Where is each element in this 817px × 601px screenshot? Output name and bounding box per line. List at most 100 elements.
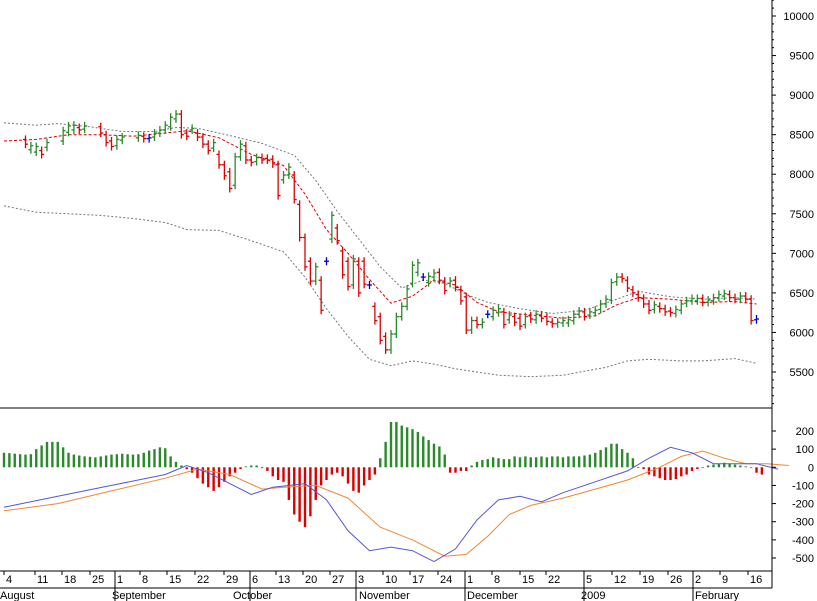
histogram-bar — [443, 454, 446, 468]
histogram-bar — [389, 421, 393, 468]
histogram-bar — [508, 459, 511, 468]
histogram-bar — [502, 459, 506, 468]
histogram-bar — [545, 457, 549, 468]
x-day-tick-label: 24 — [440, 574, 452, 586]
histogram-bar — [298, 467, 301, 522]
histogram-bar — [475, 461, 479, 468]
histogram-bar — [223, 467, 226, 482]
histogram-bar — [470, 465, 473, 468]
price-panel — [3, 110, 759, 378]
histogram-bar — [567, 456, 570, 468]
histogram-bar — [486, 459, 489, 468]
x-month-label: August — [0, 590, 34, 601]
histogram-bar — [2, 452, 6, 468]
x-day-tick-label: 11 — [37, 574, 48, 586]
x-day-tick-label: 4 — [6, 574, 12, 586]
x-day-tick-label: 22 — [197, 574, 209, 586]
histogram-bar — [540, 456, 543, 468]
histogram-bar — [481, 460, 484, 468]
x-day-tick-label: 8 — [494, 574, 500, 586]
histogram-bar — [271, 467, 274, 477]
histogram-bar — [427, 440, 430, 468]
histogram-bar — [551, 456, 554, 468]
histogram-bar — [610, 443, 613, 468]
histogram-bar — [18, 454, 22, 468]
x-day-tick-label: 15 — [169, 574, 181, 586]
histogram-bar — [465, 467, 468, 471]
histogram-bar — [604, 447, 608, 468]
histogram-bar — [8, 453, 11, 468]
histogram-bar — [303, 467, 307, 528]
histogram-bar — [244, 466, 248, 468]
histogram-bar — [368, 467, 371, 480]
x-day-tick-label: 9 — [722, 574, 728, 586]
x-month-label: February — [695, 590, 740, 601]
x-day-tick-label: 27 — [332, 574, 344, 586]
histogram-bar — [572, 456, 575, 468]
histogram-bar — [239, 467, 242, 470]
histogram-bar — [276, 467, 280, 480]
histogram-bar — [357, 467, 360, 493]
histogram-bar — [13, 453, 16, 468]
osc-y-tick-label: -100 — [792, 480, 814, 492]
histogram-bar — [158, 447, 162, 468]
histogram-bar — [131, 454, 135, 468]
histogram-bar — [454, 467, 457, 473]
histogram-bar — [680, 467, 683, 477]
histogram-bar — [658, 467, 661, 479]
histogram-bar — [459, 467, 463, 471]
histogram-bar — [233, 467, 237, 473]
x-day-tick-label: 13 — [278, 574, 290, 586]
histogram-bar — [35, 449, 38, 468]
histogram-bar — [712, 464, 715, 468]
x-day-tick-label: 22 — [548, 574, 560, 586]
price-y-tick-label: 10000 — [783, 11, 814, 23]
histogram-bar — [513, 456, 516, 468]
x-day-tick-label: 10 — [385, 574, 397, 586]
histogram-bar — [362, 467, 366, 486]
price-y-tick-label: 6000 — [790, 327, 814, 339]
histogram-bar — [373, 467, 377, 475]
histogram-bar — [147, 450, 151, 468]
x-day-tick-label: 15 — [522, 574, 534, 586]
x-day-tick-label: 12 — [614, 574, 626, 586]
histogram-bar — [663, 467, 667, 480]
osc-y-tick-label: 100 — [796, 444, 814, 456]
histogram-bar — [325, 467, 328, 480]
price-y-tick-label: 5500 — [790, 367, 814, 379]
x-day-tick-label: 2 — [695, 574, 701, 586]
histogram-bar — [282, 467, 285, 482]
histogram-bar — [45, 441, 49, 468]
osc-y-tick-label: -300 — [792, 517, 814, 529]
histogram-bar — [400, 425, 403, 468]
osc-y-tick-label: -200 — [792, 499, 814, 511]
histogram-bar — [384, 441, 387, 468]
histogram-bar — [266, 467, 269, 471]
histogram-bar — [416, 431, 420, 468]
x-day-tick-label: 3 — [358, 574, 364, 586]
histogram-bar — [588, 454, 592, 468]
histogram-bar — [583, 455, 586, 468]
histogram-bar — [760, 467, 764, 475]
histogram-bar — [94, 457, 97, 468]
histogram-bar — [518, 457, 522, 468]
histogram-bar — [637, 467, 640, 469]
x-month-label: December — [467, 590, 518, 601]
histogram-bar — [524, 456, 527, 468]
histogram-bar — [405, 427, 409, 468]
histogram-bar — [104, 455, 108, 468]
histogram-bar — [379, 458, 382, 468]
histogram-bar — [744, 466, 747, 468]
histogram-bar — [29, 454, 33, 468]
histogram-bar — [314, 467, 317, 500]
histogram-bar — [534, 457, 538, 468]
histogram-bar — [432, 443, 436, 468]
histogram-bar — [185, 467, 188, 470]
histogram-bar — [309, 467, 312, 517]
histogram-bar — [706, 465, 710, 468]
histogram-bar — [126, 454, 129, 468]
histogram-bar — [330, 467, 334, 475]
stock-chart: 5500600065007000750080008500900095001000… — [0, 0, 814, 601]
histogram-bar — [620, 449, 624, 468]
histogram-bar — [733, 464, 737, 468]
